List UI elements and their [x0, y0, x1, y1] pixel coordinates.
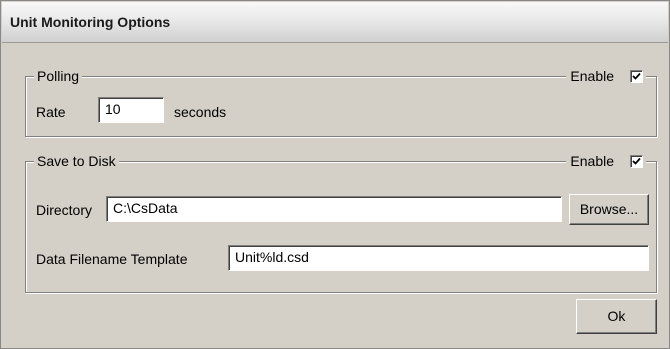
polling-group: Polling Enable Rate 10 seconds: [25, 68, 657, 137]
checkmark-icon: [632, 157, 641, 165]
save-to-disk-enable-label: Enable: [570, 153, 614, 169]
polling-enable: Enable: [566, 68, 646, 85]
title-bar[interactable]: Unit Monitoring Options: [2, 2, 668, 43]
save-to-disk-group-label: Save to Disk: [34, 153, 119, 170]
polling-enable-label: Enable: [570, 68, 614, 84]
filename-template-input[interactable]: Unit%ld.csd: [228, 245, 649, 271]
browse-button[interactable]: Browse...: [569, 194, 649, 225]
filename-template-label: Data Filename Template: [36, 251, 188, 267]
directory-label: Directory: [36, 202, 93, 218]
polling-group-label: Polling: [34, 68, 83, 85]
directory-input[interactable]: C:\CsData: [106, 196, 562, 222]
polling-enable-checkbox[interactable]: [630, 70, 643, 83]
save-to-disk-enable: Enable: [566, 153, 646, 170]
checkmark-icon: [632, 72, 641, 80]
rate-input[interactable]: 10: [98, 97, 164, 123]
save-to-disk-enable-checkbox[interactable]: [630, 155, 643, 168]
rate-unit-label: seconds: [174, 104, 227, 120]
dialog-title: Unit Monitoring Options: [10, 14, 171, 30]
save-to-disk-group: Save to Disk Enable Directory C:\CsData …: [25, 153, 657, 293]
rate-label: Rate: [36, 104, 66, 120]
unit-monitoring-options-dialog: Unit Monitoring Options Polling Enable R…: [0, 0, 670, 349]
ok-button[interactable]: Ok: [576, 299, 657, 334]
